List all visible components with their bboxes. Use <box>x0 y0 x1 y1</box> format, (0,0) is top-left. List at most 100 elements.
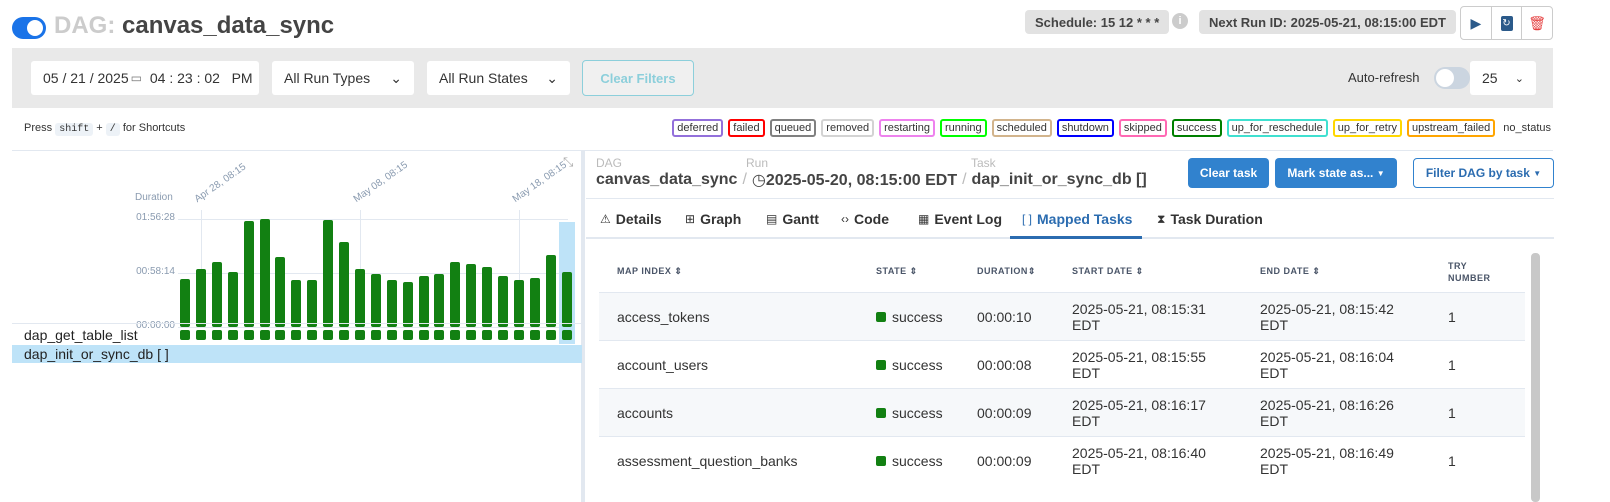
th-state[interactable]: STATE ⇕ <box>876 266 918 277</box>
page-size-select[interactable]: 25 ⌄ <box>1470 61 1536 95</box>
duration-bar[interactable] <box>370 274 381 327</box>
task-instance-cell[interactable] <box>466 330 477 340</box>
duration-bar[interactable] <box>243 221 254 327</box>
th-duration[interactable]: DURATION⇕ <box>977 266 1036 277</box>
task-instance-cell[interactable] <box>227 330 238 340</box>
legend-failed[interactable]: failed <box>728 119 765 137</box>
dag-pause-toggle[interactable] <box>12 17 46 39</box>
task-instance-cell[interactable] <box>370 330 381 340</box>
task-instance-cell[interactable] <box>211 330 222 340</box>
task-instance-cell[interactable] <box>434 330 445 340</box>
legend-removed[interactable]: removed <box>821 119 875 137</box>
duration-bar[interactable] <box>307 279 318 327</box>
clear-filters-button[interactable]: Clear Filters <box>582 60 694 96</box>
tab-gantt[interactable]: ▤ Gantt <box>766 211 819 227</box>
tab-graph[interactable]: ⊞ Graph <box>685 211 741 227</box>
delete-dag-button[interactable]: 🗑 <box>1522 7 1552 39</box>
task-instance-cell[interactable] <box>291 330 302 340</box>
table-row[interactable]: accounts success 00:00:09 2025-05-21, 08:16… <box>599 388 1525 436</box>
breadcrumb-dag[interactable]: canvas_data_sync <box>596 171 737 189</box>
table-row[interactable]: access_tokens success 00:00:10 2025-05-21, … <box>599 292 1525 340</box>
run-states-select[interactable]: All Run States ⌄ <box>427 61 570 95</box>
table-row[interactable]: account_users success 00:00:08 2025-05-21, … <box>599 340 1525 388</box>
task-instance-cell[interactable] <box>545 330 556 340</box>
task-instance-cell[interactable] <box>259 330 270 340</box>
duration-bar[interactable] <box>323 220 334 327</box>
duration-bar[interactable] <box>180 278 190 327</box>
duration-bar[interactable] <box>291 279 302 327</box>
base-date-input[interactable]: 05 / 21 / 2025 ▭ 04 : 23 : 02 PM <box>31 61 259 95</box>
th-end-date[interactable]: END DATE ⇕ <box>1260 266 1320 277</box>
task-instance-cell[interactable] <box>529 330 540 340</box>
th-start-date[interactable]: START DATE ⇕ <box>1072 266 1144 277</box>
task-instance-cell[interactable] <box>418 330 429 340</box>
scrollbar[interactable] <box>1531 253 1540 502</box>
duration-bar[interactable] <box>259 218 270 327</box>
reparse-dag-button[interactable]: ↻ <box>1492 7 1523 39</box>
breadcrumb-task[interactable]: dap_init_or_sync_db [] <box>972 171 1147 189</box>
trigger-dag-button[interactable]: ▶ <box>1461 7 1492 39</box>
duration-bar[interactable] <box>513 279 524 327</box>
duration-bar[interactable] <box>211 262 222 327</box>
duration-bar[interactable] <box>275 256 286 327</box>
legend-skipped[interactable]: skipped <box>1118 119 1167 137</box>
task-instance-cell[interactable] <box>339 330 349 340</box>
info-icon[interactable]: i <box>1172 13 1188 29</box>
duration-bar[interactable] <box>545 254 556 327</box>
tab-details[interactable]: ⚠ Details <box>600 211 662 227</box>
task-instance-cell[interactable] <box>402 330 413 340</box>
task-instance-cell[interactable] <box>323 330 334 340</box>
task-instance-cell[interactable] <box>513 330 524 340</box>
duration-bar[interactable] <box>227 272 238 327</box>
breadcrumb-run[interactable]: ◷2025-05-20, 08:15:00 EDT <box>752 170 957 190</box>
legend-no_status[interactable]: no_status <box>1500 121 1554 135</box>
task-row-label[interactable]: dap_get_table_list <box>24 327 138 343</box>
task-instance-cell[interactable] <box>450 330 461 340</box>
clear-task-button[interactable]: Clear task <box>1188 158 1269 188</box>
task-instance-cell[interactable] <box>561 330 572 340</box>
task-instance-cell[interactable] <box>482 330 493 340</box>
auto-refresh-toggle[interactable] <box>1434 67 1470 89</box>
legend-success[interactable]: success <box>1171 119 1222 137</box>
duration-bar[interactable] <box>434 274 445 327</box>
th-map-index[interactable]: MAP INDEX ⇕ <box>617 266 682 277</box>
duration-bar[interactable] <box>561 272 572 327</box>
duration-bar[interactable] <box>195 268 206 327</box>
legend-running[interactable]: running <box>939 119 987 137</box>
task-instance-cell[interactable] <box>354 330 365 340</box>
duration-bar[interactable] <box>386 279 397 327</box>
legend-upstream_failed[interactable]: upstream_failed <box>1407 119 1496 137</box>
table-row[interactable]: assessment_question_banks success 00:00:09… <box>599 436 1525 484</box>
duration-bar[interactable] <box>418 275 429 327</box>
duration-bar[interactable] <box>402 282 413 327</box>
legend-deferred[interactable]: deferred <box>672 119 724 137</box>
task-instance-cell[interactable] <box>243 330 254 340</box>
task-instance-cell[interactable] <box>307 330 318 340</box>
duration-bar[interactable] <box>498 275 508 327</box>
duration-bar[interactable] <box>354 268 365 327</box>
duration-bar[interactable] <box>339 241 349 327</box>
duration-bar[interactable] <box>450 262 461 327</box>
tab-event-log[interactable]: ▦ Event Log <box>918 211 1002 227</box>
legend-scheduled[interactable]: scheduled <box>991 119 1052 137</box>
legend-restarting[interactable]: restarting <box>879 119 935 137</box>
task-instance-cell[interactable] <box>386 330 397 340</box>
duration-bar[interactable] <box>466 263 477 327</box>
task-instance-cell[interactable] <box>180 330 190 340</box>
run-types-select[interactable]: All Run Types ⌄ <box>272 61 414 95</box>
legend-queued[interactable]: queued <box>769 119 817 137</box>
filter-dag-button[interactable]: Filter DAG by task ▼ <box>1413 158 1554 188</box>
legend-up_for_retry[interactable]: up_for_retry <box>1332 119 1403 137</box>
task-instance-cell[interactable] <box>498 330 508 340</box>
tab-task-duration[interactable]: ⧗ Task Duration <box>1157 211 1263 227</box>
mark-state-button[interactable]: Mark state as... ▼ <box>1275 158 1397 188</box>
legend-up_for_reschedule[interactable]: up_for_reschedule <box>1226 119 1328 137</box>
tab-mapped-tasks[interactable]: [ ] Mapped Tasks <box>1022 211 1132 227</box>
tab-code[interactable]: ‹› Code <box>841 211 889 227</box>
duration-bar[interactable] <box>482 266 493 327</box>
task-instance-cell[interactable] <box>195 330 206 340</box>
legend-shutdown[interactable]: shutdown <box>1056 119 1114 137</box>
task-instance-cell[interactable] <box>275 330 286 340</box>
panel-divider[interactable] <box>581 150 585 502</box>
duration-bar[interactable] <box>529 277 540 327</box>
